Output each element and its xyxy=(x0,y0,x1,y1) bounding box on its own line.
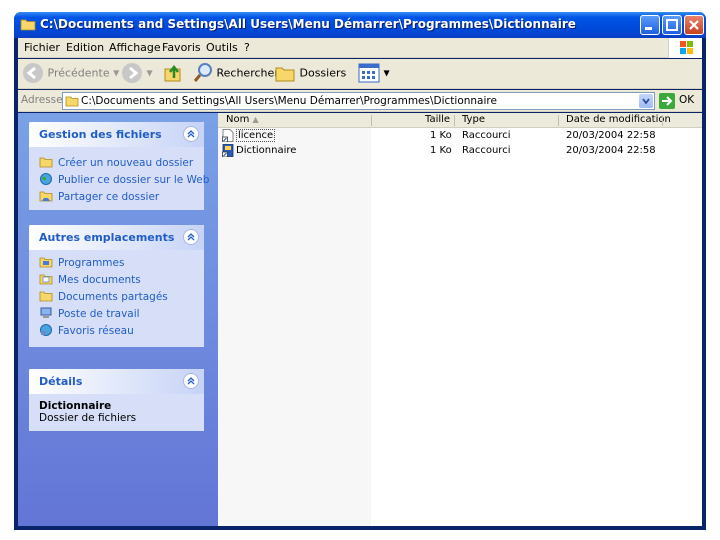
window-title: C:\Documents and Settings\All Users\Menu… xyxy=(40,17,576,31)
place-documents-partages[interactable]: Documents partagés xyxy=(39,290,168,303)
back-label: Précédente xyxy=(47,66,110,80)
folders-button[interactable]: Dossiers xyxy=(274,62,346,84)
table-row[interactable]: Dictionnaire 1 Ko Raccourci 20/03/2004 2… xyxy=(218,144,702,158)
maximize-icon xyxy=(666,19,678,31)
table-row[interactable]: licence 1 Ko Raccourci 20/03/2004 22:58 xyxy=(218,129,702,143)
other-places-title: Autres emplacements xyxy=(39,231,175,244)
search-label: Rechercher xyxy=(216,66,279,80)
file-size: 1 Ko xyxy=(430,130,452,141)
menu-favoris[interactable]: Favoris xyxy=(162,41,201,54)
globe-icon xyxy=(40,173,52,185)
network-icon xyxy=(40,324,52,336)
computer-icon xyxy=(40,307,52,318)
forward-arrow-icon xyxy=(122,63,142,83)
file-type: Raccourci xyxy=(462,130,511,141)
column-header-type[interactable]: Type xyxy=(462,114,485,125)
sort-ascending-icon: ▲ xyxy=(252,115,259,124)
file-name: licence xyxy=(236,129,276,142)
back-dropdown-icon[interactable]: ▼ xyxy=(113,69,119,78)
new-folder-link[interactable]: Créer un nouveau dossier xyxy=(39,156,193,169)
place-mes-documents[interactable]: Mes documents xyxy=(39,273,141,286)
folder-up-icon xyxy=(164,64,181,82)
share-folder-link[interactable]: Partager ce dossier xyxy=(39,190,159,203)
column-header-size[interactable]: Taille xyxy=(425,114,450,125)
forward-dropdown-icon[interactable]: ▼ xyxy=(147,69,153,78)
other-places-header[interactable]: Autres emplacements xyxy=(29,225,204,250)
menu-fichier[interactable]: Fichier xyxy=(24,41,60,54)
up-folder-button[interactable] xyxy=(164,63,184,86)
details-header[interactable]: Détails xyxy=(29,369,204,394)
collapse-icon[interactable] xyxy=(183,229,199,245)
menu-bar: Fichier Edition Affichage Favoris Outils… xyxy=(18,38,702,58)
shared-folder-icon xyxy=(39,291,53,302)
file-type: Raccourci xyxy=(462,145,511,156)
folders-icon xyxy=(275,67,295,82)
back-arrow-icon xyxy=(23,63,43,83)
folder-icon xyxy=(65,96,79,107)
menu-edition[interactable]: Edition xyxy=(66,41,104,54)
address-input[interactable]: C:\Documents and Settings\All Users\Menu… xyxy=(62,92,655,110)
explorer-window: C:\Documents and Settings\All Users\Menu… xyxy=(14,12,706,530)
place-poste-de-travail[interactable]: Poste de travail xyxy=(39,307,140,320)
go-button[interactable]: OK xyxy=(659,92,699,110)
file-modified: 20/03/2004 22:58 xyxy=(566,145,656,156)
file-name: Dictionnaire xyxy=(236,145,297,156)
place-programmes[interactable]: Programmes xyxy=(39,256,124,269)
file-tasks-title: Gestion des fichiers xyxy=(39,128,162,141)
collapse-icon[interactable] xyxy=(183,126,199,142)
menu-affichage[interactable]: Affichage xyxy=(109,41,161,54)
file-tasks-panel: Gestion des fichiers Créer un nouveau do… xyxy=(29,122,209,210)
address-bar: Adresse C:\Documents and Settings\All Us… xyxy=(18,90,702,112)
file-list: Nom ▲ Taille Type Date de modification l… xyxy=(218,113,702,526)
documents-folder-icon xyxy=(39,274,53,285)
file-modified: 20/03/2004 22:58 xyxy=(566,130,656,141)
close-button[interactable] xyxy=(684,15,704,35)
details-name: Dictionnaire xyxy=(39,400,112,412)
column-header-name[interactable]: Nom ▲ xyxy=(226,114,259,125)
share-folder-icon xyxy=(39,191,53,202)
task-pane: Gestion des fichiers Créer un nouveau do… xyxy=(18,113,218,526)
views-dropdown-icon[interactable]: ▼ xyxy=(384,69,390,78)
title-bar[interactable]: C:\Documents and Settings\All Users\Menu… xyxy=(14,12,706,38)
toolbar: Précédente ▼ ▼ Rechercher Dossiers ▼ xyxy=(18,59,702,89)
minimize-icon xyxy=(645,27,652,30)
programs-folder-icon xyxy=(39,257,53,268)
forward-button[interactable]: ▼ xyxy=(121,62,153,84)
new-folder-icon xyxy=(39,157,53,168)
menu-help[interactable]: ? xyxy=(244,41,250,54)
collapse-icon[interactable] xyxy=(183,373,199,389)
details-title: Détails xyxy=(39,375,83,388)
views-button[interactable]: ▼ xyxy=(358,63,390,83)
address-value: C:\Documents and Settings\All Users\Menu… xyxy=(81,95,497,107)
dictionary-shortcut-icon xyxy=(222,144,234,157)
chevron-down-icon xyxy=(642,98,650,105)
folders-label: Dossiers xyxy=(299,66,347,80)
sorted-column-shade xyxy=(218,128,371,526)
folder-icon xyxy=(20,19,36,31)
close-icon xyxy=(689,20,699,30)
column-header: Nom ▲ Taille Type Date de modification xyxy=(218,113,702,128)
address-dropdown-button[interactable] xyxy=(639,94,653,108)
search-button[interactable]: Rechercher xyxy=(193,62,279,84)
go-arrow-icon xyxy=(659,93,675,109)
details-type: Dossier de fichiers xyxy=(39,412,137,424)
maximize-button[interactable] xyxy=(662,15,682,35)
search-icon xyxy=(193,63,212,82)
other-places-panel: Autres emplacements Programmes Mes docum… xyxy=(29,225,204,347)
file-size: 1 Ko xyxy=(430,145,452,156)
back-button[interactable]: Précédente ▼ xyxy=(22,62,119,84)
shortcut-icon xyxy=(222,129,234,142)
details-panel: Détails Dictionnaire Dossier de fichiers xyxy=(29,369,204,431)
address-label: Adresse xyxy=(21,94,63,106)
publish-web-link[interactable]: Publier ce dossier sur le Web xyxy=(39,173,209,186)
views-icon xyxy=(358,63,380,83)
column-header-modified[interactable]: Date de modification xyxy=(566,114,671,125)
place-favoris-reseau[interactable]: Favoris réseau xyxy=(39,324,134,337)
file-tasks-header[interactable]: Gestion des fichiers xyxy=(29,122,204,147)
menu-outils[interactable]: Outils xyxy=(206,41,238,54)
minimize-button[interactable] xyxy=(640,15,660,35)
go-label: OK xyxy=(679,94,695,106)
windows-logo-icon xyxy=(668,38,702,58)
